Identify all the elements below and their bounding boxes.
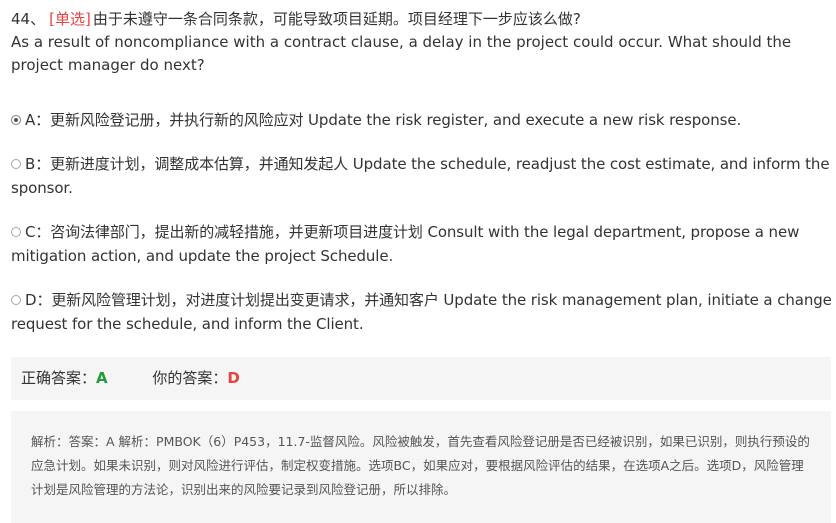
radio-icon[interactable]: [11, 227, 21, 237]
option-a[interactable]: A：更新风险登记册，并执行新的风险应对 Update the risk regi…: [11, 108, 833, 132]
question-text-en: As a result of noncompliance with a cont…: [11, 33, 792, 74]
question-number: 44、: [11, 10, 46, 28]
option-d-text: D：更新风险管理计划，对进度计划提出变更请求，并通知客户 Update the …: [11, 291, 832, 333]
option-a-text: A：更新风险登记册，并执行新的风险应对 Update the risk regi…: [25, 111, 742, 129]
option-b-text: B：更新进度计划，调整成本估算，并通知发起人 Update the schedu…: [11, 155, 830, 197]
option-c[interactable]: C：咨询法律部门，提出新的减轻措施，并更新项目进度计划 Consult with…: [11, 220, 833, 268]
option-b[interactable]: B：更新进度计划，调整成本估算，并通知发起人 Update the schedu…: [11, 152, 833, 200]
your-answer-value: D: [227, 369, 240, 387]
option-d[interactable]: D：更新风险管理计划，对进度计划提出变更请求，并通知客户 Update the …: [11, 288, 833, 336]
radio-icon[interactable]: [11, 159, 21, 169]
question-type-badge: [单选]: [49, 10, 91, 28]
analysis-text: 解析：答案：A 解析：PMBOK（6）P453，11.7-监督风险。风险被触发，…: [31, 434, 810, 497]
question-text-cn: 由于未遵守一条合同条款，可能导致项目延期。项目经理下一步应该么做?: [92, 10, 581, 28]
question-page: 44、 [单选] 由于未遵守一条合同条款，可能导致项目延期。项目经理下一步应该么做?…: [0, 0, 836, 523]
analysis-panel: 解析：答案：A 解析：PMBOK（6）P453，11.7-监督风险。风险被触发，…: [11, 411, 831, 523]
your-answer-label: 你的答案：: [152, 369, 228, 387]
options-list: A：更新风险登记册，并执行新的风险应对 Update the risk regi…: [11, 108, 833, 356]
correct-answer-label: 正确答案：: [21, 369, 97, 387]
radio-selected-icon[interactable]: [11, 115, 21, 125]
answer-summary: 正确答案：A 你的答案：D: [11, 357, 831, 400]
question-block: 44、 [单选] 由于未遵守一条合同条款，可能导致项目延期。项目经理下一步应该么做?…: [11, 8, 826, 77]
radio-icon[interactable]: [11, 295, 21, 305]
option-c-text: C：咨询法律部门，提出新的减轻措施，并更新项目进度计划 Consult with…: [11, 223, 800, 265]
correct-answer-value: A: [96, 369, 108, 387]
